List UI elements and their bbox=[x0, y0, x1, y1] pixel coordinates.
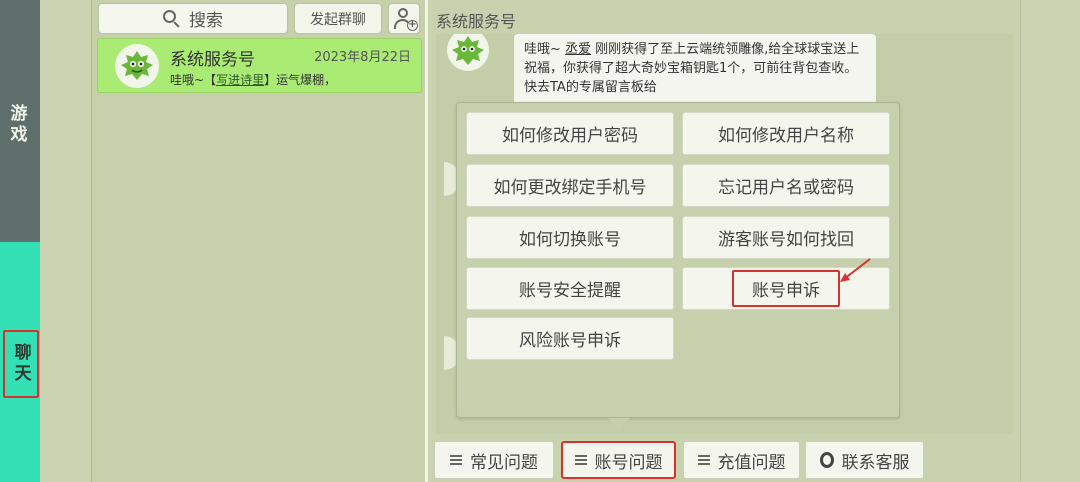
option-risk-account-appeal[interactable]: 风险账号申诉 bbox=[466, 317, 674, 360]
list-icon bbox=[574, 455, 587, 465]
add-friend-icon bbox=[398, 8, 408, 18]
option-switch-account[interactable]: 如何切换账号 bbox=[466, 216, 674, 259]
tab-chat[interactable]: 聊天 bbox=[3, 330, 39, 398]
option-security-reminder[interactable]: 账号安全提醒 bbox=[466, 267, 674, 310]
tab-account-questions[interactable]: 账号问题 bbox=[561, 441, 676, 479]
contact-date: 2023年8月22日 bbox=[314, 50, 411, 65]
message-bubble: 哇哦~ 丞爱 刚刚获得了至上云端统领雕像,给全球球宝送上祝福，你获得了超大奇妙宝… bbox=[514, 34, 876, 104]
search-button[interactable]: 搜索 bbox=[98, 3, 288, 34]
option-recover-guest[interactable]: 游客账号如何找回 bbox=[682, 216, 890, 259]
search-label: 搜索 bbox=[189, 11, 223, 31]
contact-preview: 哇哦~【写进诗里】运气爆棚， bbox=[170, 71, 336, 88]
tab-game[interactable]: 游戏 bbox=[0, 70, 34, 180]
account-appeal-label: 账号申诉 bbox=[732, 270, 840, 307]
headset-icon bbox=[819, 452, 834, 468]
contact-list-panel: 搜索 发起群聊 + 系统服务号 2023年8月22日 哇哦~【写进诗里】运气爆棚… bbox=[91, 0, 425, 482]
tab-label: 常见问题 bbox=[470, 452, 538, 473]
preview-suffix: 】运气爆棚， bbox=[264, 73, 337, 87]
list-icon bbox=[697, 455, 710, 465]
tab-contact-support[interactable]: 联系客服 bbox=[805, 441, 924, 479]
tab-recharge-questions[interactable]: 充值问题 bbox=[683, 441, 800, 479]
tab-label: 联系客服 bbox=[841, 452, 910, 473]
tab-common-questions[interactable]: 常见问题 bbox=[434, 441, 554, 479]
tab-label: 充值问题 bbox=[717, 452, 786, 473]
option-change-phone[interactable]: 如何更改绑定手机号 bbox=[466, 164, 674, 207]
chat-title: 系统服务号 bbox=[436, 12, 517, 31]
option-change-username[interactable]: 如何修改用户名称 bbox=[682, 112, 890, 155]
annotation-arrow-icon bbox=[840, 258, 871, 282]
start-group-chat-button[interactable]: 发起群聊 bbox=[294, 3, 382, 34]
message-user-link[interactable]: 丞爱 bbox=[565, 42, 591, 57]
mascot-avatar bbox=[447, 34, 489, 71]
option-change-password[interactable]: 如何修改用户密码 bbox=[466, 112, 674, 155]
preview-link: 写进诗里 bbox=[216, 73, 265, 87]
mascot-avatar bbox=[115, 44, 159, 88]
option-forgot-credentials[interactable]: 忘记用户名或密码 bbox=[682, 164, 890, 207]
message-prefix: 哇哦~ bbox=[524, 42, 566, 57]
add-friend-button[interactable]: + bbox=[388, 3, 420, 34]
contact-name: 系统服务号 bbox=[170, 50, 255, 70]
tab-label: 账号问题 bbox=[594, 452, 663, 473]
contact-item-system-service[interactable]: 系统服务号 2023年8月22日 哇哦~【写进诗里】运气爆棚， bbox=[97, 38, 422, 93]
right-margin bbox=[1020, 0, 1080, 482]
account-question-menu: 如何修改用户密码 如何修改用户名称 如何更改绑定手机号 忘记用户名或密码 如何切… bbox=[456, 102, 900, 418]
popup-pointer bbox=[608, 418, 630, 429]
list-icon bbox=[450, 455, 462, 465]
search-icon bbox=[163, 9, 181, 28]
add-friend-icon-plus: + bbox=[407, 19, 418, 31]
preview-prefix: 哇哦~【 bbox=[170, 73, 217, 87]
